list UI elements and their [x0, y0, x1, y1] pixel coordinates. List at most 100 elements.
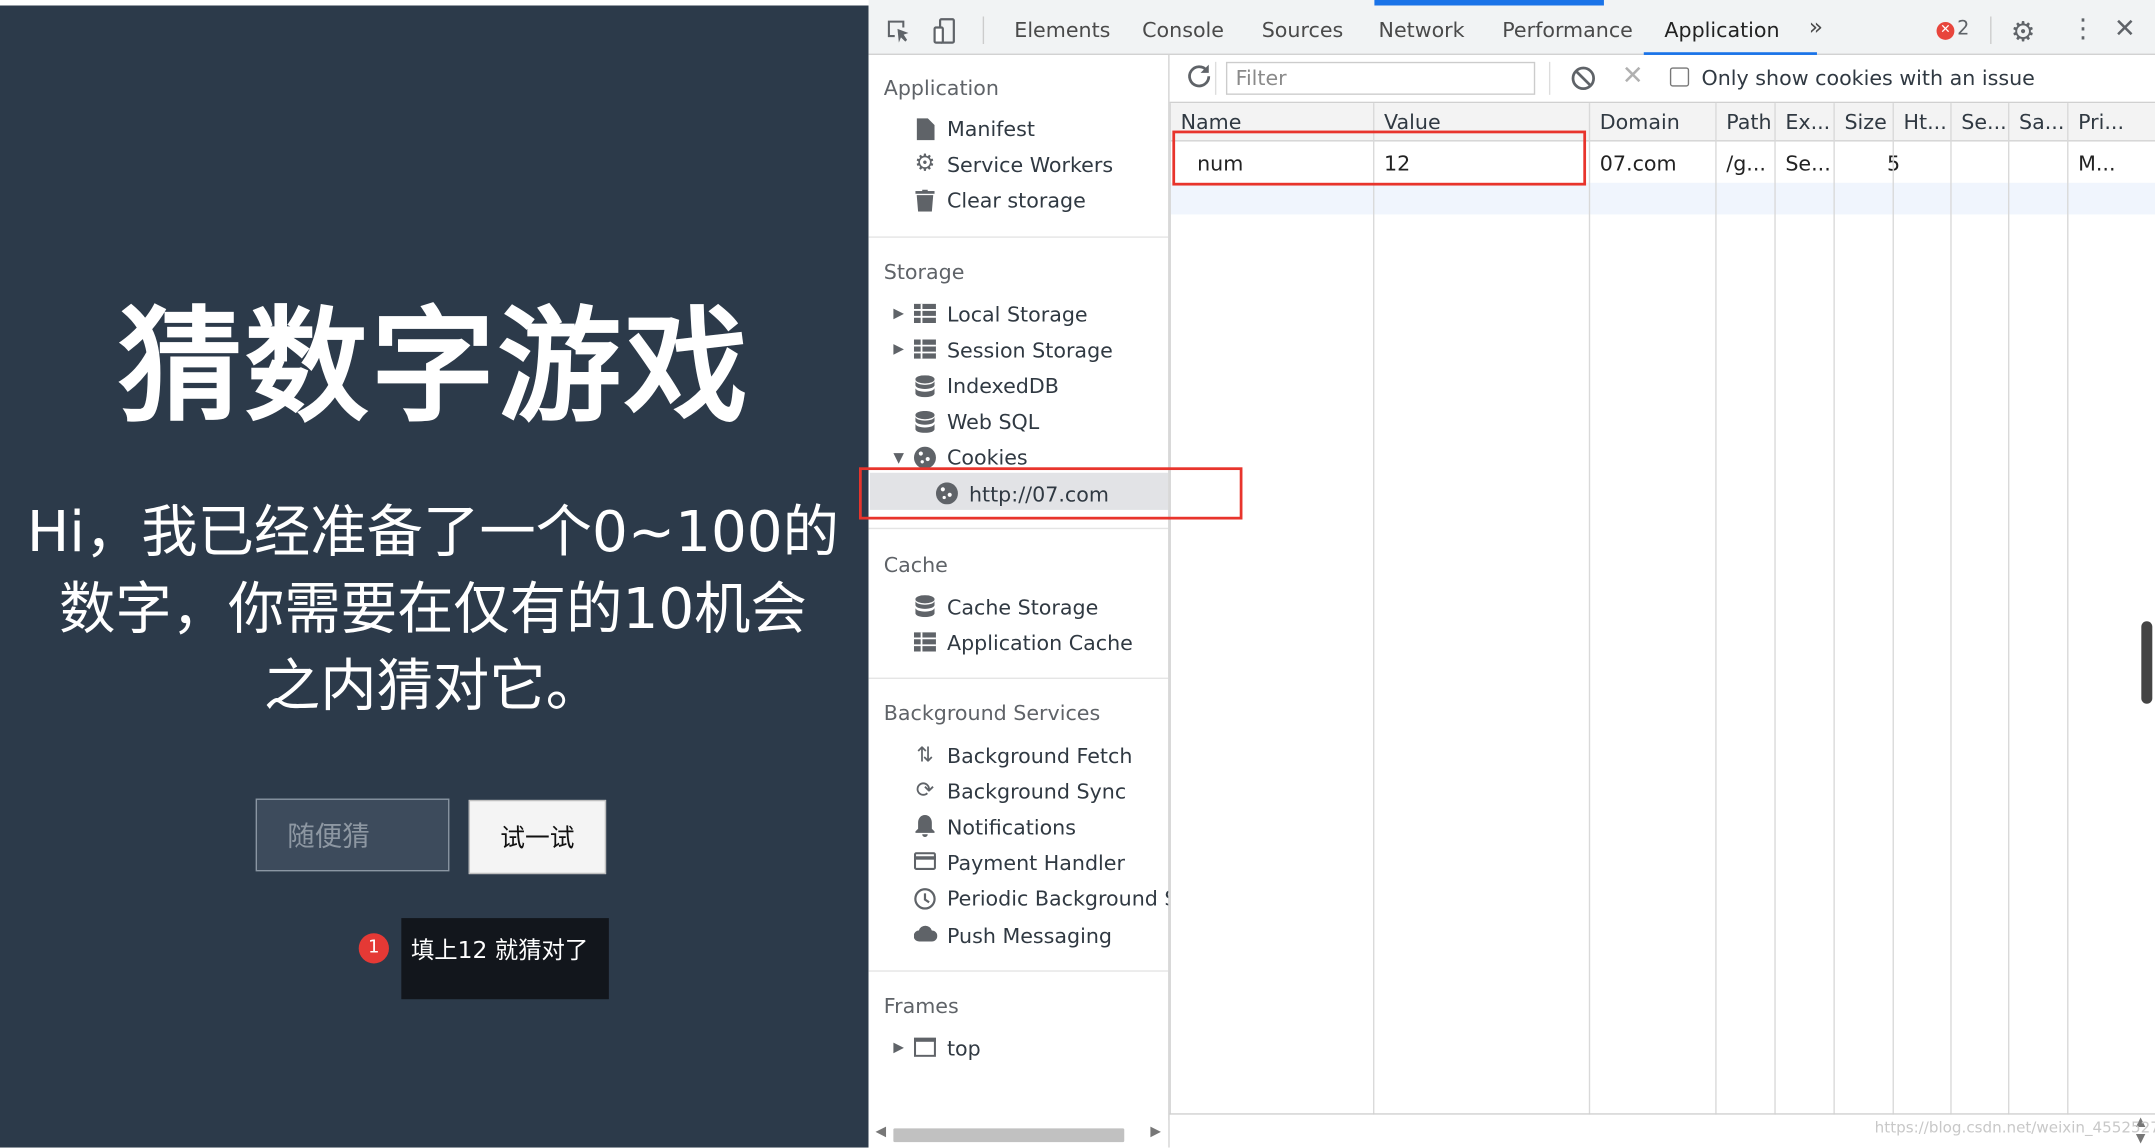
service-workers-gear-icon: ⚙	[914, 149, 936, 178]
game-page: 猜数字游戏 Hi，我已经准备了一个0~100的 数字，你需要在仅有的10机会 之…	[0, 5, 869, 1148]
col-header-priority[interactable]: Pri...	[2078, 110, 2124, 135]
cell-expires[interactable]: Se...	[1785, 151, 1830, 176]
section-storage: Storage	[883, 259, 965, 285]
section-cache: Cache	[883, 552, 948, 578]
indexeddb-database-icon	[914, 375, 936, 398]
toolbar-divider	[1548, 61, 1551, 95]
cookies-toolbar: ✕ Only show cookies with an issue	[1169, 54, 2155, 104]
scroll-right-arrow-icon[interactable]: ▶	[1150, 1124, 1161, 1139]
cache-storage-database-icon	[914, 595, 936, 618]
web-sql-database-icon	[914, 410, 936, 433]
sidebar-item-periodic-background-sync[interactable]: Periodic Background Sync	[947, 886, 1168, 911]
cell-priority[interactable]: M...	[2078, 151, 2115, 176]
expand-arrow-icon[interactable]: ▶	[893, 342, 904, 357]
highlight-box-cookie-origin	[859, 467, 1243, 520]
scroll-left-arrow-icon[interactable]: ◀	[875, 1124, 886, 1139]
sidebar-item-service-workers[interactable]: Service Workers	[947, 153, 1113, 178]
toolbar-divider	[1990, 16, 1992, 44]
col-header-expires[interactable]: Ex...	[1785, 110, 1830, 135]
sidebar-divider	[868, 677, 1169, 679]
sidebar-item-payment-handler[interactable]: Payment Handler	[947, 851, 1125, 876]
inspect-element-icon[interactable]	[885, 18, 912, 52]
game-title: 猜数字游戏	[118, 295, 751, 440]
try-button[interactable]: 试一试	[468, 799, 607, 875]
more-options-icon[interactable]: ⋮	[2070, 14, 2096, 44]
tab-console[interactable]: Console	[1142, 18, 1224, 43]
game-desc-line-1: Hi，我已经准备了一个0~100的	[26, 498, 840, 565]
col-header-samesite[interactable]: Sa...	[2019, 110, 2064, 135]
sidebar-item-session-storage[interactable]: Session Storage	[947, 338, 1113, 363]
column-divider[interactable]	[1833, 103, 1835, 1115]
application-sidebar: Application Manifest ⚙ Service Workers C…	[868, 54, 1170, 1148]
sidebar-horizontal-scrollbar[interactable]: ◀ ▶	[868, 1120, 1169, 1148]
clear-all-block-icon[interactable]	[1571, 66, 1596, 96]
sidebar-divider	[868, 527, 1169, 530]
column-divider[interactable]	[1892, 103, 1894, 1115]
sidebar-item-cache-storage[interactable]: Cache Storage	[947, 595, 1098, 620]
sidebar-item-clear-storage[interactable]: Clear storage	[947, 188, 1086, 213]
game-desc-line-3: 之内猜对它。	[263, 652, 602, 719]
column-divider[interactable]	[2067, 103, 2069, 1115]
tab-network[interactable]: Network	[1379, 18, 1465, 43]
tab-elements[interactable]: Elements	[1014, 18, 1110, 43]
error-count[interactable]: 2	[1957, 18, 1969, 40]
column-divider[interactable]	[1715, 103, 1717, 1115]
cookie-filter-input[interactable]	[1225, 61, 1536, 95]
col-header-path[interactable]: Path	[1726, 110, 1771, 135]
collapse-arrow-icon[interactable]: ▼	[893, 451, 904, 466]
close-devtools-icon[interactable]: ✕	[2114, 14, 2136, 44]
device-toolbar-icon[interactable]	[932, 18, 959, 52]
column-divider	[1169, 103, 1171, 1115]
tab-application[interactable]: Application	[1664, 18, 1779, 43]
column-divider[interactable]	[1774, 103, 1776, 1115]
column-divider[interactable]	[1588, 103, 1591, 1115]
sidebar-item-background-sync[interactable]: Background Sync	[947, 779, 1126, 804]
col-header-domain[interactable]: Domain	[1600, 110, 1680, 135]
more-tabs-icon[interactable]: »	[1809, 14, 1823, 41]
sidebar-item-background-fetch[interactable]: Background Fetch	[947, 744, 1132, 769]
error-icon[interactable]: ✕	[1936, 21, 1955, 40]
annotation-badge: 1	[358, 933, 389, 964]
refresh-icon[interactable]	[1186, 63, 1212, 95]
annotation-note: 填上12 就猜对了	[401, 918, 609, 1000]
expand-arrow-icon[interactable]: ▶	[893, 1040, 904, 1055]
column-divider[interactable]	[1373, 103, 1375, 1115]
settings-gear-icon[interactable]: ⚙	[2011, 15, 2036, 48]
column-divider[interactable]	[2007, 103, 2010, 1115]
sidebar-item-notifications[interactable]: Notifications	[947, 815, 1076, 840]
notifications-bell-icon	[914, 815, 936, 838]
cell-domain[interactable]: 07.com	[1600, 151, 1677, 176]
sidebar-item-manifest[interactable]: Manifest	[947, 117, 1035, 142]
expand-arrow-icon[interactable]: ▶	[893, 306, 904, 321]
devtools-tabbar: Elements Console Sources Network Perform…	[868, 5, 2155, 55]
game-description: Hi，我已经准备了一个0~100的 数字，你需要在仅有的10机会 之内猜对它。	[3, 493, 863, 724]
local-storage-grid-icon	[913, 303, 936, 326]
sidebar-item-local-storage[interactable]: Local Storage	[947, 302, 1088, 327]
background-sync-icon: ⟳	[915, 776, 935, 803]
application-cache-grid-icon	[913, 632, 936, 654]
column-divider[interactable]	[1950, 103, 1952, 1115]
scrollbar-thumb[interactable]	[893, 1128, 1125, 1143]
only-issue-checkbox[interactable]	[1669, 67, 1690, 87]
cookies-table-panel: ✕ Only show cookies with an issue Name V…	[1169, 54, 2155, 1148]
toolbar-divider	[1214, 61, 1217, 95]
guess-input[interactable]	[255, 798, 450, 872]
game-desc-line-2: 数字，你需要在仅有的10机会	[58, 575, 807, 642]
col-header-secure[interactable]: Se...	[1961, 110, 2006, 135]
col-header-httponly[interactable]: Ht...	[1904, 110, 1947, 135]
vertical-scrollbar-thumb[interactable]	[2141, 621, 2153, 704]
section-background-services: Background Services	[883, 700, 1101, 726]
tab-performance[interactable]: Performance	[1502, 18, 1633, 43]
sidebar-item-indexeddb[interactable]: IndexedDB	[947, 374, 1059, 399]
sidebar-item-push-messaging[interactable]: Push Messaging	[947, 924, 1112, 949]
sidebar-item-application-cache[interactable]: Application Cache	[947, 631, 1133, 656]
sidebar-item-frame-top[interactable]: top	[947, 1036, 981, 1061]
periodic-sync-clock-icon	[914, 888, 936, 910]
sidebar-divider	[868, 970, 1169, 972]
col-header-size[interactable]: Size	[1844, 110, 1886, 135]
tab-sources[interactable]: Sources	[1262, 18, 1344, 43]
cell-path[interactable]: /g...	[1726, 151, 1766, 176]
section-frames: Frames	[883, 993, 959, 1019]
sidebar-item-web-sql[interactable]: Web SQL	[947, 410, 1039, 435]
delete-selected-icon[interactable]: ✕	[1622, 60, 1644, 90]
